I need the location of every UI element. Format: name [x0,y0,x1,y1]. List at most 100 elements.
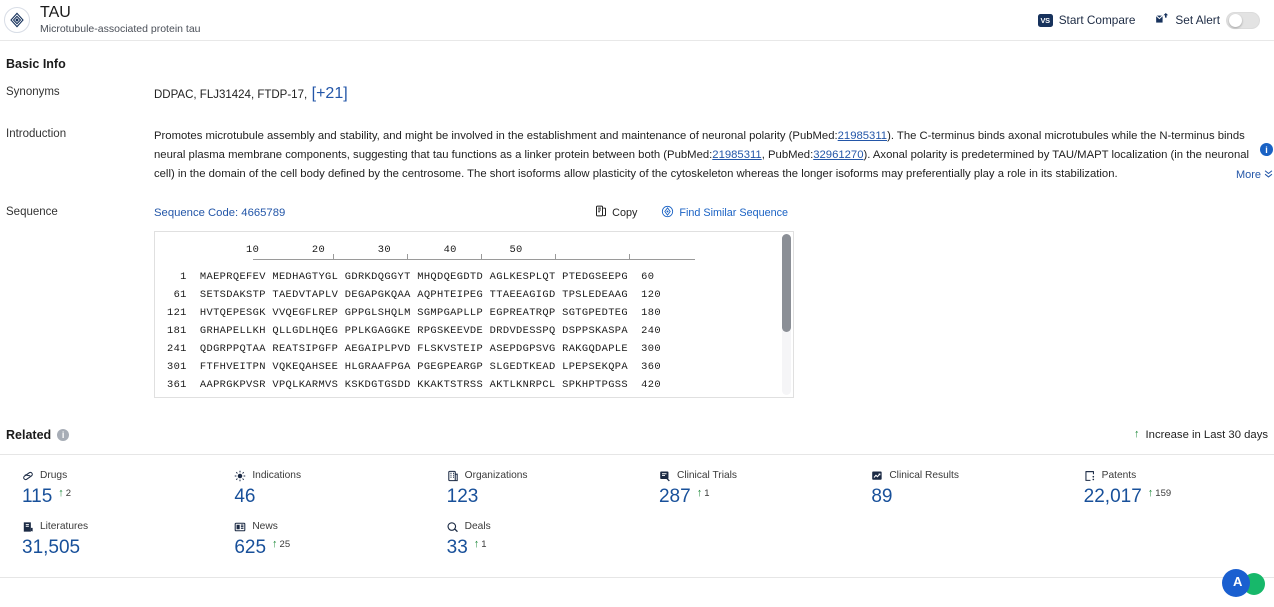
chevron-double-down-icon [1263,168,1274,182]
sequence-scrollbar-thumb[interactable] [782,234,791,332]
pill-icon [22,470,34,482]
arrow-up-icon: ↑ [697,488,703,499]
alert-toggle[interactable] [1226,12,1260,29]
card-value-row: 89 [871,487,1061,506]
start-compare-button[interactable]: VS Start Compare [1038,13,1136,27]
card-value: 287 [659,487,691,506]
card-delta: ↑25 [272,538,290,550]
introduction-text-3: , PubMed: [762,149,814,161]
page-subtitle: Microtubule-associated protein tau [40,24,201,35]
related-card-organizations[interactable]: Organizations 123 [425,469,637,506]
card-value-row: 625↑25 [234,538,424,557]
card-value-row: 46 [234,487,424,506]
related-card-clinical-trials[interactable]: Clinical Trials 287 ↑1 [637,469,849,506]
find-similar-icon [661,205,674,221]
card-header: Literatures [22,520,212,534]
card-header: Clinical Trials [659,469,849,483]
chat-assistant-icon[interactable]: A [1222,563,1266,607]
header-actions: VS Start Compare Set Alert [1038,12,1260,29]
related-card-literatures[interactable]: Literatures 31,505 [0,520,212,557]
related-card-patents[interactable]: Patents22,017↑159 [1062,469,1274,506]
card-label: Clinical Trials [677,470,737,481]
related-card-news[interactable]: News625↑25 [212,520,424,557]
info-icon[interactable]: i [57,429,69,441]
clinical-trial-icon [659,470,671,482]
related-cards-panel: Drugs115↑2Indications46Organizations123C… [0,454,1274,578]
info-icon[interactable]: i [1260,143,1273,156]
card-delta: ↑1 [474,538,487,550]
card-delta-value: 1 [704,488,709,499]
related-card-grid: Drugs115↑2Indications46Organizations123C… [0,469,1274,571]
ruler-tick-20 [407,254,408,260]
sequence-content: 10 20 30 40 50 1 MAEPRQEFEV MEDHAGTYGL G… [155,232,793,394]
pubmed-link-2[interactable]: 21985311 [712,149,761,161]
related-title: Related [6,428,51,442]
arrow-up-icon: ↑ [474,539,480,550]
more-label: More [1236,169,1261,181]
card-label: Patents [1102,470,1137,481]
card-delta: ↑2 [58,487,71,499]
sequence-code[interactable]: Sequence Code: 4665789 [154,207,285,219]
related-card-deals[interactable]: Deals 33 ↑1 [425,520,637,557]
related-card-indications[interactable]: Indications 46 [212,469,424,506]
related-card-drugs[interactable]: Drugs 115 ↑2 [0,469,212,506]
card-value-row: 31,505 [22,538,212,557]
find-similar-label: Find Similar Sequence [679,207,788,219]
card-value: 115 [22,487,52,506]
patent-icon [1084,470,1096,482]
card-value: 89 [871,487,892,506]
card-label: Clinical Results [889,470,959,481]
card-delta-value: 25 [280,539,291,550]
synonyms-label: Synonyms [6,85,154,103]
card-header: Clinical Results [871,469,1061,483]
building-icon [447,470,459,482]
find-similar-sequence-button[interactable]: Find Similar Sequence [661,205,788,221]
card-label: Indications [252,470,301,481]
start-compare-label: Start Compare [1059,13,1136,27]
arrow-up-icon: ↑ [58,488,64,499]
basic-info-title: Basic Info [6,57,1274,71]
sequence-scrollbar[interactable] [782,234,791,395]
card-label: Organizations [465,470,528,481]
copy-button[interactable]: Copy [595,205,637,220]
related-header: Related i ↑ Increase in Last 30 days [6,426,1274,444]
more-button[interactable]: More [1236,168,1274,182]
pubmed-link-1[interactable]: 21985311 [838,130,887,142]
legend-label: Increase in Last 30 days [1146,429,1268,441]
copy-icon [595,205,607,220]
card-delta-value: 1 [481,539,486,550]
related-card-clinical-results[interactable]: Clinical Results 89 [849,469,1061,506]
card-value: 123 [447,487,479,506]
sequence-viewer[interactable]: 10 20 30 40 50 1 MAEPRQEFEV MEDHAGTYGL G… [154,231,794,398]
sequence-ruler-numbers: 10 20 30 40 50 [167,244,523,256]
clinical-result-icon [871,470,883,482]
ruler-tick-50 [629,254,630,260]
card-value: 22,017 [1084,487,1142,506]
deal-icon [447,521,459,533]
card-header: Deals [447,520,637,534]
card-value-row: 123 [447,487,637,506]
bell-alert-icon [1155,12,1169,28]
sequence-row: Sequence Sequence Code: 4665789 Copy [6,205,1274,398]
card-delta-value: 2 [66,488,71,499]
card-header: Indications [234,469,424,483]
introduction-text-1: Promotes microtubule assembly and stabil… [154,130,838,142]
target-icon [4,7,30,33]
pubmed-link-3[interactable]: 32961270 [813,149,863,161]
arrow-up-icon: ↑ [1134,429,1140,440]
card-value: 33 [447,538,468,557]
sequence-label: Sequence [6,205,154,398]
vs-icon: VS [1038,14,1053,27]
card-value: 31,505 [22,538,80,557]
app-header: TAU Microtubule-associated protein tau V… [0,0,1274,41]
set-alert-control[interactable]: Set Alert [1155,12,1260,29]
sequence-text: 1 MAEPRQEFEV MEDHAGTYGL GDRKDQGGYT MHQDQ… [155,268,793,394]
card-header: Drugs [22,469,212,483]
ruler-tick-10 [333,254,334,260]
synonyms-more-link[interactable]: [+21] [312,85,348,102]
virus-icon [234,470,246,482]
card-label: Literatures [40,521,88,532]
card-value: 46 [234,487,255,506]
card-label: Deals [465,521,491,532]
ruler-tick-40 [555,254,556,260]
